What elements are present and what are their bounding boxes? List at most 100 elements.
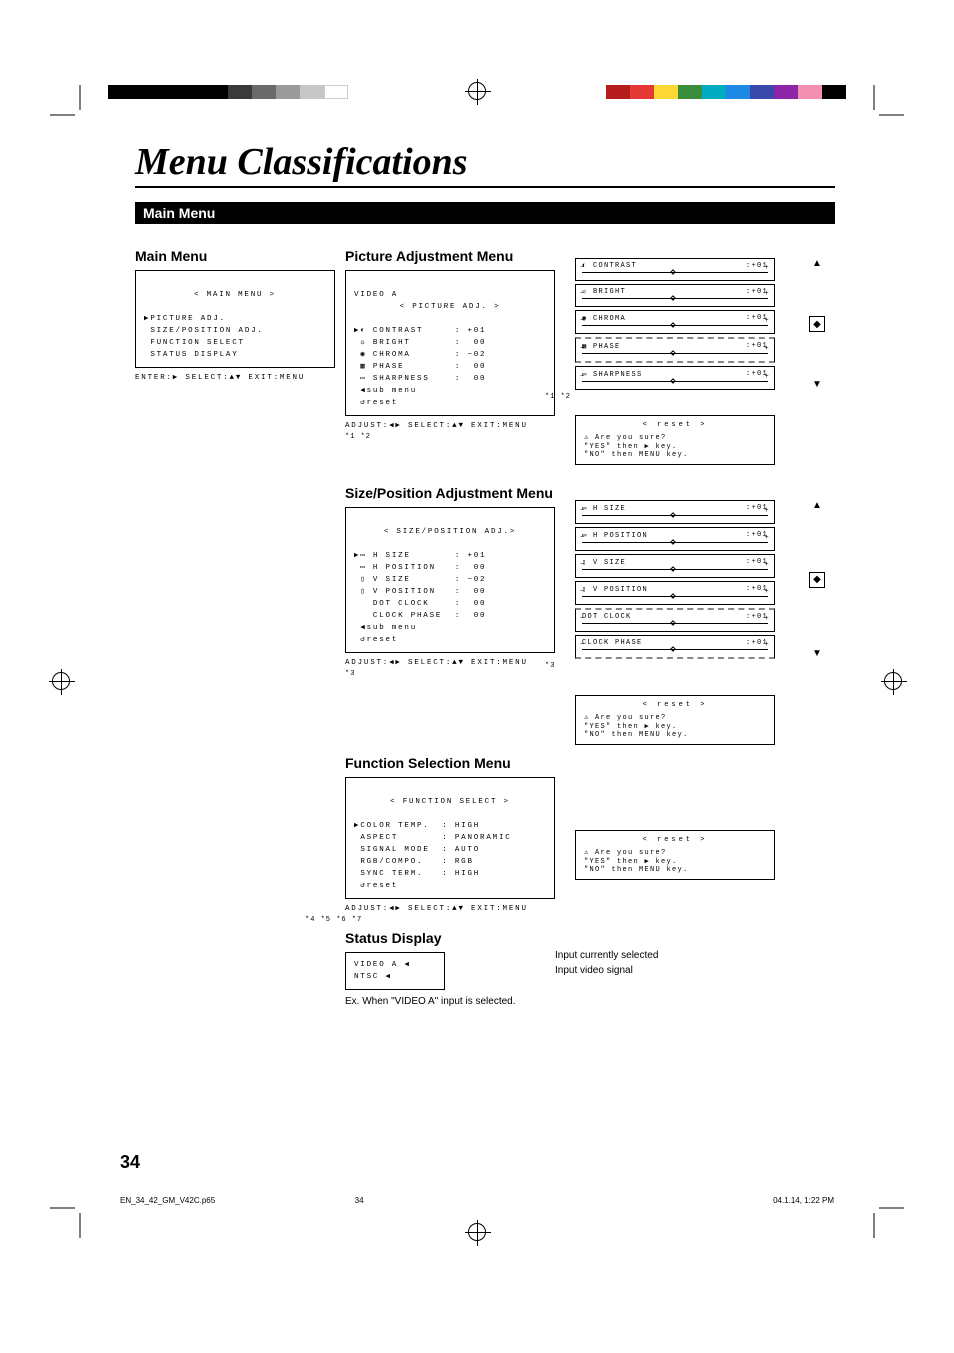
osd-reset: ↺reset [354, 636, 398, 644]
osd-row: RGB/COMPO. : RGB [354, 858, 474, 866]
osd-row: CLOCK PHASE : 00 [354, 612, 486, 620]
reset-line: "YES" then ▶ key. [584, 858, 678, 866]
slider-group: ▲◆▼ ◐ CONTRAST:+01 ☼ BRIGHT:+01 ◉ CHROMA… [575, 258, 795, 390]
osd-row: ▶▭ H SIZE : +01 [354, 552, 486, 560]
osd-row: ☼ BRIGHT : 00 [354, 339, 486, 347]
osd-title: < SIZE/POSITION ADJ.> [354, 526, 546, 538]
osd-title: < PICTURE ADJ. > [354, 301, 546, 313]
osd-item: FUNCTION SELECT [144, 339, 245, 347]
osd-reset: ↺reset [354, 882, 398, 890]
footnote-markers: *3 [345, 670, 575, 678]
reset-line: ⚠ Are you sure? [584, 434, 667, 442]
footer-file: EN_34_42_GM_V42C.p65 [120, 1196, 215, 1205]
status-label: Input video signal [555, 965, 795, 976]
reset-line: "YES" then ▶ key. [584, 443, 678, 451]
osd-row: ▯ V SIZE : −02 [354, 576, 486, 584]
osd-row: SYNC TERM. : HIGH [354, 870, 480, 878]
osd-row: ◉ CHROMA : −02 [354, 351, 486, 359]
updown-nav-icon: ▲◆▼ [809, 500, 825, 659]
registration-mark-icon [468, 1223, 486, 1241]
slider-group: ▲◆▼ ▭ H SIZE:+01 ▭ H POSITION:+01 ▯ V SI… [575, 500, 795, 659]
osd-sub: ◀sub menu [354, 387, 417, 395]
page-title: Menu Classifications [135, 140, 835, 188]
osd-item: SIZE/POSITION ADJ. [144, 327, 264, 335]
picture-heading: Picture Adjustment Menu [345, 248, 575, 264]
contrast-slider: ◐ CONTRAST:+01 [575, 258, 775, 281]
status-line: VIDEO A [354, 961, 398, 969]
osd-source: VIDEO A [354, 291, 398, 299]
reset-line: "NO" then MENU key. [584, 866, 689, 874]
vsize-slider: ▯ V SIZE:+01 [575, 554, 775, 578]
reset-line: ⚠ Are you sure? [584, 714, 667, 722]
phase-slider: ▦ PHASE:+01 [575, 337, 775, 363]
bright-slider: ☼ BRIGHT:+01 [575, 284, 775, 307]
reset-title: < reset > [584, 421, 766, 429]
footnote-markers: *1 *2 [545, 393, 795, 401]
osd-row: ▭ SHARPNESS : 00 [354, 375, 486, 383]
sharpness-slider: ▭ SHARPNESS:+01 [575, 366, 775, 390]
dotclock-slider: DOT CLOCK:+01 [575, 608, 775, 632]
osd-title: < FUNCTION SELECT > [354, 796, 546, 808]
size-osd: < SIZE/POSITION ADJ.> ▶▭ H SIZE : +01 ▭ … [345, 507, 555, 653]
chroma-slider: ◉ CHROMA:+01 [575, 310, 775, 334]
osd-row: ▶COLOR TEMP. : HIGH [354, 822, 480, 830]
picture-osd: VIDEO A < PICTURE ADJ. > ▶◐ CONTRAST : +… [345, 270, 555, 416]
status-osd: VIDEO A ◀ NTSC ◀ [345, 952, 445, 990]
osd-row: DOT CLOCK : 00 [354, 600, 486, 608]
func-osd: < FUNCTION SELECT > ▶COLOR TEMP. : HIGH … [345, 777, 555, 899]
reset-title: < reset > [584, 701, 766, 709]
reset-title: < reset > [584, 836, 766, 844]
reset-dialog: < reset > ⚠ Are you sure? "YES" then ▶ k… [575, 830, 775, 880]
size-heading: Size/Position Adjustment Menu [345, 485, 575, 501]
main-menu-heading: Main Menu [135, 248, 345, 264]
hsize-slider: ▭ H SIZE:+01 [575, 500, 775, 524]
func-heading: Function Selection Menu [345, 755, 575, 771]
crop-mark-icon [864, 85, 904, 125]
footer-page: 34 [355, 1196, 364, 1205]
crop-mark-icon [864, 1198, 904, 1238]
page-number: 34 [120, 1152, 140, 1173]
osd-row: ▶◐ CONTRAST : +01 [354, 327, 486, 335]
footer: EN_34_42_GM_V42C.p65 34 04.1.14, 1:22 PM [120, 1196, 834, 1205]
crop-mark-icon [50, 85, 90, 125]
osd-row: SIGNAL MODE : AUTO [354, 846, 480, 854]
osd-hint: ENTER:▶ SELECT:▲▼ EXIT:MENU [135, 372, 345, 382]
osd-row: ▭ H POSITION : 00 [354, 564, 486, 572]
reset-line: "NO" then MENU key. [584, 451, 689, 459]
footnote-markers: *4 *5 *6 *7 [305, 916, 575, 924]
osd-row: ▦ PHASE : 00 [354, 363, 486, 371]
footnote-markers: *1 *2 [345, 433, 575, 441]
osd-row: ASPECT : PANORAMIC [354, 834, 512, 842]
color-bar-right [606, 85, 846, 99]
reset-line: ⚠ Are you sure? [584, 849, 667, 857]
color-bar-left [108, 85, 348, 99]
status-label: Input currently selected [555, 950, 795, 961]
osd-sub: ◀sub menu [354, 624, 417, 632]
section-header: Main Menu [135, 202, 835, 224]
crop-mark-icon [50, 1198, 90, 1238]
status-note: Ex. When "VIDEO A" input is selected. [345, 996, 575, 1007]
vpos-slider: ▯ V POSITION:+01 [575, 581, 775, 605]
reset-line: "YES" then ▶ key. [584, 723, 678, 731]
osd-hint: ADJUST:◀▶ SELECT:▲▼ EXIT:MENU [345, 903, 575, 913]
reset-dialog: < reset > ⚠ Are you sure? "YES" then ▶ k… [575, 415, 775, 465]
osd-row: ▯ V POSITION : 00 [354, 588, 486, 596]
footnote-markers: *3 [545, 662, 795, 670]
main-menu-osd: < MAIN MENU > ▶PICTURE ADJ. SIZE/POSITIO… [135, 270, 335, 368]
osd-item: ▶PICTURE ADJ. [144, 315, 226, 323]
osd-title: < MAIN MENU > [144, 289, 326, 301]
status-line: NTSC [354, 973, 379, 981]
status-heading: Status Display [345, 930, 575, 946]
registration-mark-icon [52, 672, 70, 690]
reset-dialog: < reset > ⚠ Are you sure? "YES" then ▶ k… [575, 695, 775, 745]
osd-hint: ADJUST:◀▶ SELECT:▲▼ EXIT:MENU [345, 420, 575, 430]
osd-item: STATUS DISPLAY [144, 351, 239, 359]
osd-hint: ADJUST:◀▶ SELECT:▲▼ EXIT:MENU [345, 657, 575, 667]
footer-date: 04.1.14, 1:22 PM [773, 1196, 834, 1205]
clockphase-slider: CLOCK PHASE:+01 [575, 635, 775, 659]
hpos-slider: ▭ H POSITION:+01 [575, 527, 775, 551]
registration-mark-icon [884, 672, 902, 690]
registration-mark-icon [468, 82, 486, 100]
osd-reset: ↺reset [354, 399, 398, 407]
reset-line: "NO" then MENU key. [584, 731, 689, 739]
